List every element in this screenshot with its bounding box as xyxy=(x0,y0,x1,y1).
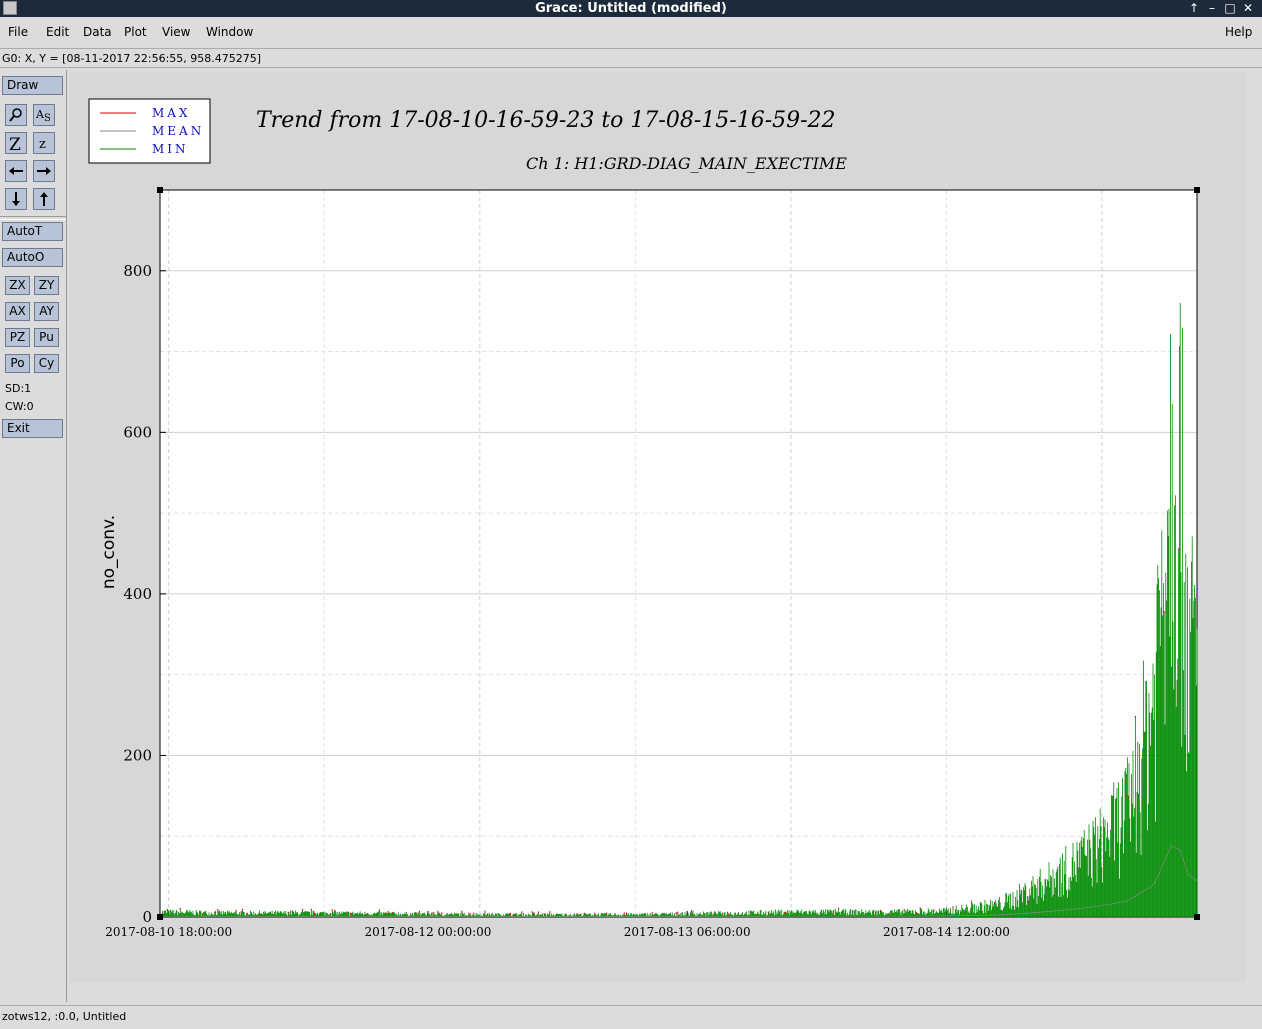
legend-label-mean: MEAN xyxy=(152,124,204,138)
trend-plot[interactable]: 0 200 400 600 800 2017-08-10 18:00:00 2017-08… xyxy=(70,72,1246,982)
autoscale-text-icon[interactable]: AS xyxy=(33,104,55,126)
menu-data[interactable]: Data xyxy=(83,25,112,39)
arrow-left-icon[interactable] xyxy=(5,160,27,182)
title-bar: Grace: Untitled (modified) ↑ – □ ✕ xyxy=(0,0,1262,17)
toolbar-divider xyxy=(0,216,66,220)
menu-help[interactable]: Help xyxy=(1225,25,1252,39)
corner-handle[interactable] xyxy=(157,914,163,920)
svg-text:S: S xyxy=(44,113,51,124)
plot-subtitle: Ch 1: H1:GRD-DIAG_MAIN_EXECTIME xyxy=(526,154,847,173)
plot-grid xyxy=(160,190,1197,917)
zoom-out-icon[interactable]: z xyxy=(33,132,55,154)
zx-button[interactable]: ZX xyxy=(5,276,30,295)
cy-button[interactable]: Cy xyxy=(34,354,59,373)
draw-button[interactable]: Draw xyxy=(2,76,63,95)
corner-handle[interactable] xyxy=(1194,187,1200,193)
po-button[interactable]: Po xyxy=(5,354,30,373)
y-tick-label: 400 xyxy=(123,585,152,603)
plot-background xyxy=(160,190,1197,917)
raise-icon[interactable]: ↑ xyxy=(1186,0,1202,16)
y-tick-label: 600 xyxy=(123,423,152,441)
status-text: zotws12, :0.0, Untitled xyxy=(2,1010,127,1023)
window-title: Grace: Untitled (modified) xyxy=(535,1,727,16)
minimize-icon[interactable]: – xyxy=(1204,0,1220,16)
zy-button[interactable]: ZY xyxy=(34,276,59,295)
locator-bar: G0: X, Y = [08-11-2017 22:56:55, 958.475… xyxy=(0,48,1262,68)
arrow-up-icon[interactable] xyxy=(33,188,55,210)
set-count-label: SD:1 xyxy=(5,382,32,395)
close-icon[interactable]: ✕ xyxy=(1240,0,1256,16)
x-tick-label: 2017-08-10 18:00:00 xyxy=(105,925,232,939)
menu-edit[interactable]: Edit xyxy=(46,25,69,39)
maximize-icon[interactable]: □ xyxy=(1222,0,1238,16)
menu-window[interactable]: Window xyxy=(206,25,253,39)
menu-view[interactable]: View xyxy=(162,25,190,39)
y-axis-label: no_conv. xyxy=(99,515,119,589)
locator-text: G0: X, Y = [08-11-2017 22:56:55, 958.475… xyxy=(2,52,262,65)
y-tick-label: 800 xyxy=(123,262,152,280)
legend-label-min: MIN xyxy=(152,142,189,156)
x-tick-label: 2017-08-12 00:00:00 xyxy=(365,925,492,939)
exit-button[interactable]: Exit xyxy=(2,419,63,438)
menubar: File Edit Data Plot View Window Help xyxy=(0,19,1262,45)
toolbar: Draw AS Z z AutoT AutoO ZX ZY AX AY PZ P… xyxy=(0,70,67,1002)
y-tick-label: 200 xyxy=(123,746,152,764)
autoo-button[interactable]: AutoO xyxy=(2,248,63,267)
x-tick-label: 2017-08-14 12:00:00 xyxy=(883,925,1010,939)
pz-button[interactable]: PZ xyxy=(5,328,30,347)
menu-plot[interactable]: Plot xyxy=(124,25,147,39)
drawing-canvas[interactable]: 0 200 400 600 800 2017-08-10 18:00:00 2017-08… xyxy=(70,72,1246,982)
svg-text:Z: Z xyxy=(9,135,21,153)
ax-button[interactable]: AX xyxy=(5,302,30,321)
arrow-right-icon[interactable] xyxy=(33,160,55,182)
svg-text:z: z xyxy=(39,137,46,152)
legend: MAX MEAN MIN xyxy=(88,98,211,164)
plot-title: Trend from 17-08-10-16-59-23 to 17-08-15… xyxy=(256,108,836,133)
arrow-down-icon[interactable] xyxy=(5,188,27,210)
ay-button[interactable]: AY xyxy=(34,302,59,321)
y-tick-label: 0 xyxy=(142,908,152,926)
menu-file[interactable]: File xyxy=(8,25,28,39)
zoom-magnifier-icon[interactable] xyxy=(5,104,27,126)
corner-handle[interactable] xyxy=(157,187,163,193)
zoom-in-icon[interactable]: Z xyxy=(5,132,27,155)
pu-button[interactable]: Pu xyxy=(34,328,59,347)
x-tick-label: 2017-08-13 06:00:00 xyxy=(624,925,751,939)
legend-label-max: MAX xyxy=(152,106,191,120)
corner-handle[interactable] xyxy=(1194,914,1200,920)
autot-button[interactable]: AutoT xyxy=(2,222,63,241)
current-graph-label: CW:0 xyxy=(5,400,34,413)
status-bar: zotws12, :0.0, Untitled xyxy=(0,1005,1262,1029)
